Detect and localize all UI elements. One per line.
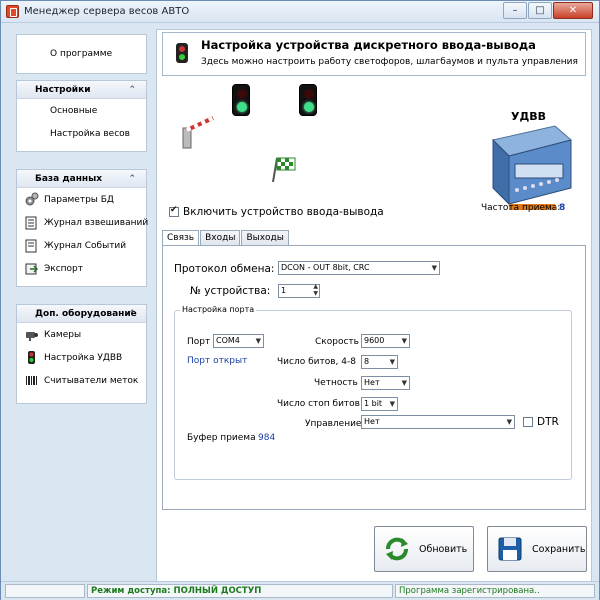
- io-module-image: [485, 118, 575, 214]
- device-number-stepper[interactable]: 1 ▲ ▼: [278, 283, 320, 298]
- stop-bits-select[interactable]: 1 bit ▼: [361, 397, 398, 411]
- floppy-disk-icon: [496, 535, 524, 563]
- buffer-label: Буфер приема: [187, 433, 256, 443]
- sidebar-item-io-device[interactable]: Настройка УДВВ: [17, 346, 146, 369]
- checkbox-unchecked-icon[interactable]: [523, 417, 533, 427]
- flow-control-select[interactable]: Нет ▼: [361, 415, 515, 429]
- status-bar: Режим доступа: ПОЛНЫЙ ДОСТУП Программа з…: [1, 581, 599, 600]
- barrier-gate-icon: [179, 116, 215, 150]
- dropdown-arrow-icon: ▼: [389, 358, 395, 366]
- database-panel-header[interactable]: База данных ⌃: [17, 170, 146, 188]
- dropdown-arrow-icon: ▼: [389, 400, 395, 408]
- app-window: Менеджер сервера весов АВТО – □ ✕ О прог…: [0, 0, 600, 600]
- speed-select[interactable]: 9600 ▼: [361, 334, 410, 348]
- sidebar-item-event-log[interactable]: Журнал Событий: [17, 234, 146, 257]
- sidebar-item-about[interactable]: О программе: [17, 35, 146, 73]
- dropdown-arrow-icon: ▼: [506, 418, 512, 426]
- buffer-value: 984: [258, 433, 276, 443]
- title-bar: Менеджер сервера весов АВТО – □ ✕: [1, 1, 599, 23]
- page-header: Настройка устройства дискретного ввода-в…: [162, 32, 586, 76]
- tab-inputs[interactable]: Входы: [200, 230, 241, 246]
- sidebar-item-db-params[interactable]: Параметры БД: [17, 188, 146, 211]
- page-subtitle: Здесь можно настроить работу светофоров,…: [201, 57, 578, 67]
- minimize-button[interactable]: –: [503, 2, 527, 19]
- port-settings-title: Настройка порта: [180, 305, 257, 314]
- protocol-label: Протокол обмена:: [174, 263, 275, 275]
- settings-panel-header[interactable]: Настройки ⌃: [17, 81, 146, 99]
- protocol-select[interactable]: DCON - OUT 8bit, CRC ▼: [278, 261, 440, 275]
- data-bits-select[interactable]: 8 ▼: [361, 355, 398, 369]
- app-icon: [6, 5, 19, 18]
- dropdown-arrow-icon: ▼: [431, 264, 437, 272]
- data-bits-label: Число битов, 4-8: [277, 357, 356, 367]
- refresh-button[interactable]: Обновить: [374, 526, 474, 572]
- spin-arrows-icon[interactable]: ▲ ▼: [313, 283, 318, 297]
- traffic-light-icon: [299, 84, 317, 116]
- port-status: Порт открыт: [187, 356, 248, 366]
- equipment-panel-header[interactable]: Доп. оборудование ⌃: [17, 305, 146, 323]
- main-panel: Настройка устройства дискретного ввода-в…: [156, 29, 592, 594]
- collapse-chevron-icon[interactable]: ⌃: [128, 170, 136, 188]
- barcode-icon: [24, 373, 39, 388]
- sidebar-item-scale-settings[interactable]: Настройка весов: [17, 122, 146, 145]
- page-title: Настройка устройства дискретного ввода-в…: [201, 38, 536, 52]
- window-title: Менеджер сервера весов АВТО: [24, 6, 190, 17]
- traffic-light-icon: [176, 43, 188, 63]
- tab-outputs[interactable]: Выходы: [241, 230, 289, 246]
- maximize-button[interactable]: □: [528, 2, 552, 19]
- database-panel: База данных ⌃ Параметры БД Журнал взвеши…: [16, 169, 148, 287]
- refresh-icon: [383, 535, 411, 563]
- access-mode-status: Режим доступа: ПОЛНЫЙ ДОСТУП: [87, 584, 393, 598]
- stop-bits-label: Число стоп битов: [277, 399, 360, 409]
- save-button[interactable]: Сохранить: [487, 526, 587, 572]
- collapse-chevron-icon[interactable]: ⌃: [128, 81, 136, 99]
- flow-control-label: Управление: [305, 419, 362, 429]
- status-cell-empty: [5, 584, 85, 598]
- device-number-label: № устройства:: [190, 285, 271, 297]
- tab-strip: Связь Входы Выходы: [162, 230, 290, 247]
- collapse-chevron-icon[interactable]: ⌃: [128, 305, 136, 323]
- sidebar: О программе Настройки ⌃ Основные Настрой…: [9, 29, 152, 594]
- notebook-icon: [24, 215, 39, 230]
- dropdown-arrow-icon: ▼: [255, 337, 261, 345]
- sidebar-item-export[interactable]: Экспорт: [17, 257, 146, 280]
- sidebar-item-main-settings[interactable]: Основные: [17, 99, 146, 122]
- camera-icon: [24, 327, 39, 342]
- sidebar-item-tag-readers[interactable]: Считыватели меток: [17, 369, 146, 392]
- sidebar-item-weighing-log[interactable]: Журнал взвешиваний: [17, 211, 148, 234]
- parity-select[interactable]: Нет ▼: [361, 376, 410, 390]
- checkered-flag-icon: [267, 154, 299, 184]
- port-label: Порт: [187, 337, 211, 347]
- enable-device-checkbox[interactable]: Включить устройство ввода-вывода: [169, 205, 384, 218]
- dtr-checkbox[interactable]: DTR: [523, 416, 559, 428]
- settings-panel: Настройки ⌃ Основные Настройка весов: [16, 80, 147, 152]
- checkbox-checked-icon[interactable]: [169, 205, 179, 217]
- close-button[interactable]: ✕: [553, 2, 593, 19]
- about-panel: О программе: [16, 34, 147, 74]
- equipment-panel: Доп. оборудование ⌃ Камеры Настройка УДВ…: [16, 304, 147, 404]
- registration-status: Программа зарегистрирована..: [395, 584, 595, 598]
- traffic-light-icon: [232, 84, 250, 116]
- export-icon: [24, 261, 39, 276]
- notebook-icon: [24, 238, 39, 253]
- dropdown-arrow-icon: ▼: [401, 337, 407, 345]
- sidebar-item-cameras[interactable]: Камеры: [17, 323, 146, 346]
- gears-icon: [24, 192, 39, 207]
- port-select[interactable]: COM4 ▼: [213, 334, 264, 348]
- frequency-label: Частота приема:: [481, 203, 561, 213]
- frequency-value: 8: [559, 203, 566, 213]
- dropdown-arrow-icon: ▼: [401, 379, 407, 387]
- parity-label: Четность: [314, 378, 358, 388]
- traffic-light-icon: [24, 350, 39, 365]
- speed-label: Скорость: [315, 337, 359, 347]
